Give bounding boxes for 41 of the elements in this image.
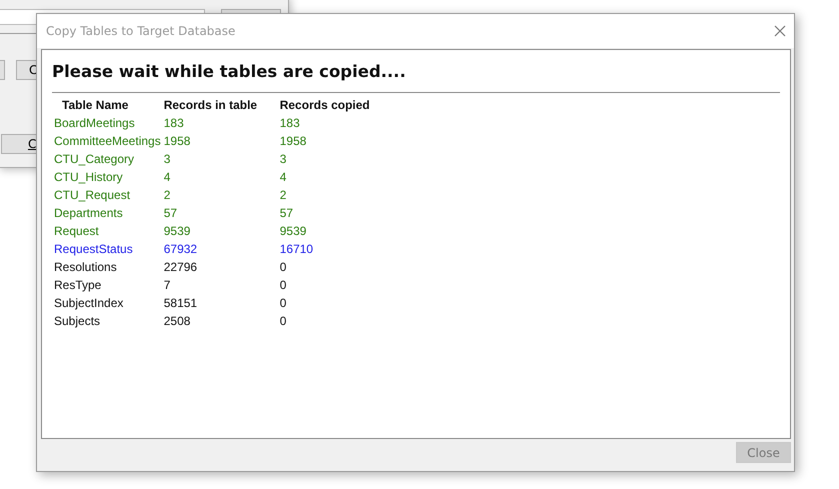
table-cell-text: ResType <box>54 277 102 294</box>
table-cell-text: 57 <box>164 205 178 222</box>
table-cell-text: Subjects <box>54 313 102 330</box>
table-cell-text: CommitteeMeetings <box>54 133 161 150</box>
table-cell-text: 58151 <box>164 295 198 312</box>
table-cell-text: 2 <box>280 187 288 204</box>
column-header: Table Name <box>61 97 130 114</box>
table-cell-text: Resolutions <box>54 259 118 276</box>
window-title: Copy Tables to Target Database <box>46 24 236 38</box>
table-cell-text: 0 <box>280 277 288 294</box>
table-cell-text: 9539 <box>164 223 192 240</box>
table-cell-text: Departments <box>54 205 124 222</box>
table-cell-text: Request <box>54 223 100 240</box>
table-cell-text: 0 <box>280 295 288 312</box>
table-cell-text: 0 <box>280 259 288 276</box>
table-cell-text: 22796 <box>164 259 198 276</box>
column-header: Records in table <box>164 97 258 114</box>
table-cell-text: 67932 <box>164 241 198 258</box>
table-cell-text: CTU_Category <box>54 151 136 168</box>
table-cell-text: 7 <box>164 277 172 294</box>
table-cell-text: 1958 <box>164 133 192 150</box>
table-cell-text: 4 <box>280 169 288 186</box>
column-header: Records copied <box>280 97 370 114</box>
table-cell-text: 183 <box>280 115 301 132</box>
table-cell-text: 3 <box>164 151 172 168</box>
table-cell-text: 3 <box>280 151 288 168</box>
table-cell-text: RequestStatus <box>54 241 134 258</box>
table-cell-text: 2 <box>164 187 172 204</box>
table-cell-text: SubjectIndex <box>54 295 124 312</box>
table-cell-text: 16710 <box>280 241 314 258</box>
table-cell-text: 2508 <box>164 313 192 330</box>
table-cell-text: CTU_History <box>54 169 124 186</box>
table-cell-text: 9539 <box>280 223 308 240</box>
table-cell-text: 1958 <box>280 133 308 150</box>
table-cell-text: BoardMeetings <box>54 115 136 132</box>
table-cell-text: 0 <box>280 313 288 330</box>
table-cell-text: 57 <box>280 205 294 222</box>
heading: Please wait while tables are copied.... <box>52 62 407 81</box>
table-cell-text: CTU_Request <box>54 187 132 204</box>
table-cell-text: 183 <box>164 115 185 132</box>
table-cell-text: 4 <box>164 169 172 186</box>
